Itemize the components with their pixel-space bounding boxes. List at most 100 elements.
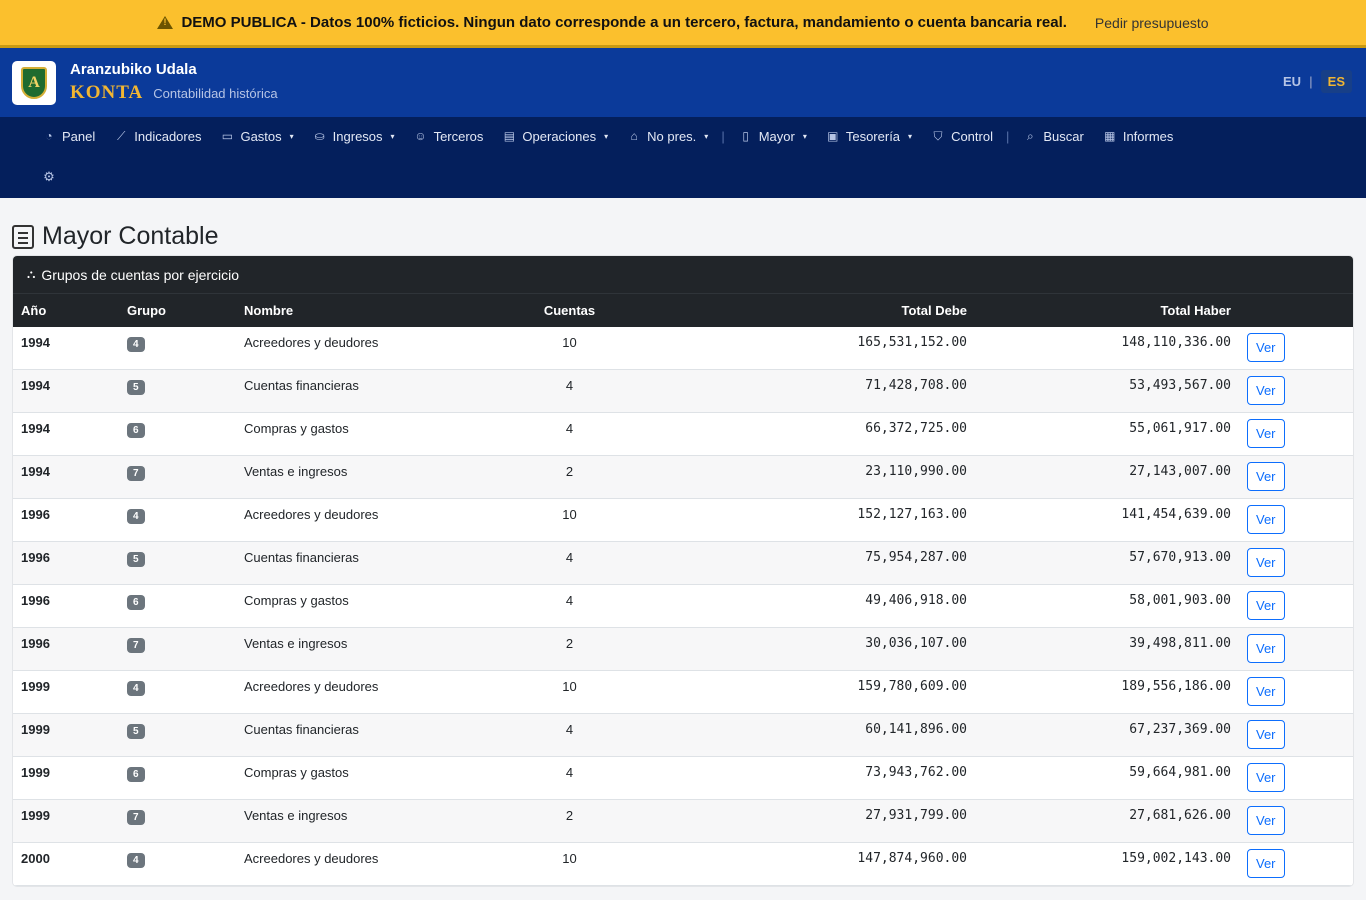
nav-item-label: No pres. <box>647 128 697 144</box>
cell-year: 2000 <box>13 842 119 886</box>
caret-down-icon: ▾ <box>908 131 913 141</box>
card-header: ⛬ Grupos de cuentas por ejercicio <box>13 256 1353 293</box>
table-row: 1994 6 Compras y gastos 4 66,372,725.00 55,06… <box>13 412 1353 456</box>
view-button[interactable]: Ver <box>1247 505 1285 534</box>
brand-tagline: Contabilidad histórica <box>153 86 278 101</box>
cell-total-debit: 73,943,762.00 <box>638 756 975 800</box>
view-button[interactable]: Ver <box>1247 548 1285 577</box>
product-name: KONTA <box>70 82 144 103</box>
bank-icon: ⌂ <box>630 129 638 143</box>
cell-total-debit: 165,531,152.00 <box>638 326 975 370</box>
nav-item-buscar[interactable]: ⌕ Buscar <box>1017 129 1096 144</box>
header-accounts[interactable]: Cuentas <box>501 293 638 327</box>
cell-accounts: 10 <box>501 842 638 886</box>
municipality-logo[interactable]: A <box>12 60 56 105</box>
header-total-debit[interactable]: Total Debe <box>638 293 975 327</box>
cell-total-credit: 67,237,369.00 <box>975 713 1239 757</box>
table-row: 2000 4 Acreedores y deudores 10 147,874,960.… <box>13 842 1353 886</box>
header-year[interactable]: Año <box>13 293 119 327</box>
table-row: 1996 4 Acreedores y deudores 10 152,127,163.… <box>13 498 1353 542</box>
cell-total-debit: 75,954,287.00 <box>638 541 975 585</box>
cell-accounts: 2 <box>501 799 638 843</box>
cell-total-credit: 55,061,917.00 <box>975 412 1239 456</box>
nav-item-label: Tesorería <box>845 128 901 144</box>
view-button[interactable]: Ver <box>1247 677 1285 706</box>
cell-actions: Ver <box>1239 713 1353 757</box>
search-icon: ⌕ <box>1027 128 1034 143</box>
caret-down-icon: ▾ <box>390 131 395 141</box>
table-row: 1994 5 Cuentas financieras 4 71,428,708.00 53… <box>13 369 1353 413</box>
view-button[interactable]: Ver <box>1247 806 1285 835</box>
cell-group: 7 <box>119 455 236 499</box>
nav-item-terceros[interactable]: ☺ Terceros <box>408 129 497 144</box>
nav-item-label: Panel <box>62 128 96 144</box>
nav-item-ingresos[interactable]: ⛀ Ingresos ▾ <box>307 129 408 144</box>
cell-name: Compras y gastos <box>236 412 501 456</box>
cell-total-credit: 159,002,143.00 <box>975 842 1239 886</box>
cell-total-credit: 53,493,567.00 <box>975 369 1239 413</box>
cell-total-debit: 152,127,163.00 <box>638 498 975 542</box>
cell-accounts: 4 <box>501 756 638 800</box>
view-button[interactable]: Ver <box>1247 849 1285 878</box>
view-button[interactable]: Ver <box>1247 591 1285 620</box>
table-row: 1996 7 Ventas e ingresos 2 30,036,107.00 39,4… <box>13 627 1353 671</box>
cell-group: 7 <box>119 799 236 843</box>
header-group[interactable]: Grupo <box>119 293 236 327</box>
coins-icon: ⛀ <box>314 129 325 143</box>
cell-name: Ventas e ingresos <box>236 627 501 671</box>
cell-accounts: 4 <box>501 713 638 757</box>
cell-total-debit: 30,036,107.00 <box>638 627 975 671</box>
table-row: 1999 6 Compras y gastos 4 73,943,762.00 59,66… <box>13 756 1353 800</box>
nav-item-control[interactable]: ⛉ Control <box>925 129 1006 144</box>
language-eu-button[interactable]: EU <box>1283 74 1301 89</box>
brand-header: A Aranzubiko Udala KONTA Contabilidad hi… <box>0 48 1366 117</box>
table-row: 1999 5 Cuentas financieras 4 60,141,896.00 67… <box>13 713 1353 757</box>
cell-total-credit: 148,110,336.00 <box>975 326 1239 370</box>
cell-year: 1994 <box>13 326 119 370</box>
cell-total-credit: 57,670,913.00 <box>975 541 1239 585</box>
cell-name: Ventas e ingresos <box>236 799 501 843</box>
view-button[interactable]: Ver <box>1247 763 1285 792</box>
cell-group: 5 <box>119 713 236 757</box>
cell-actions: Ver <box>1239 627 1353 671</box>
nav-item-indicadores[interactable]: ⟋ Indicadores <box>108 129 214 144</box>
nav-item-tesorería[interactable]: ▣ Tesorería ▾ <box>820 129 925 144</box>
cell-actions: Ver <box>1239 412 1353 456</box>
cell-year: 1996 <box>13 541 119 585</box>
nav-item-operaciones[interactable]: ▤ Operaciones ▾ <box>496 129 621 144</box>
cell-group: 6 <box>119 584 236 628</box>
nav-item-no-pres[interactable]: ⌂ No pres. ▾ <box>621 129 721 144</box>
nav-item-settings[interactable]: ⚙ <box>36 169 69 185</box>
request-quote-link[interactable]: Pedir presupuesto <box>1095 15 1209 31</box>
cell-name: Compras y gastos <box>236 756 501 800</box>
language-es-button[interactable]: ES <box>1320 70 1352 93</box>
nav-item-label: Ingresos <box>332 128 383 144</box>
header-name[interactable]: Nombre <box>236 293 501 327</box>
group-badge: 7 <box>127 466 145 481</box>
view-button[interactable]: Ver <box>1247 720 1285 749</box>
view-button[interactable]: Ver <box>1247 462 1285 491</box>
cell-name: Ventas e ingresos <box>236 455 501 499</box>
journal-icon: ▯ <box>742 129 749 143</box>
cell-name: Cuentas financieras <box>236 369 501 413</box>
nav-item-gastos[interactable]: ▭ Gastos ▾ <box>214 129 306 144</box>
view-button[interactable]: Ver <box>1247 376 1285 405</box>
view-button[interactable]: Ver <box>1247 634 1285 663</box>
group-badge: 5 <box>127 380 145 395</box>
nav-item-informes[interactable]: ▦ Informes <box>1097 129 1187 144</box>
cell-group: 4 <box>119 326 236 370</box>
nav-item-panel[interactable]: ◔ Panel <box>36 129 108 144</box>
header-total-credit[interactable]: Total Haber <box>975 293 1239 327</box>
cell-actions: Ver <box>1239 498 1353 542</box>
cell-total-credit: 58,001,903.00 <box>975 584 1239 628</box>
view-button[interactable]: Ver <box>1247 332 1285 362</box>
dashboard-icon: ◔ <box>45 129 53 143</box>
cell-year: 1994 <box>13 369 119 413</box>
cell-total-debit: 147,874,960.00 <box>638 842 975 886</box>
nav-item-mayor[interactable]: ▯ Mayor ▾ <box>733 129 820 144</box>
cell-accounts: 4 <box>501 541 638 585</box>
view-button[interactable]: Ver <box>1247 419 1285 448</box>
cell-group: 5 <box>119 369 236 413</box>
nav-item-label: Buscar <box>1043 128 1084 144</box>
caret-down-icon: ▾ <box>802 131 807 141</box>
